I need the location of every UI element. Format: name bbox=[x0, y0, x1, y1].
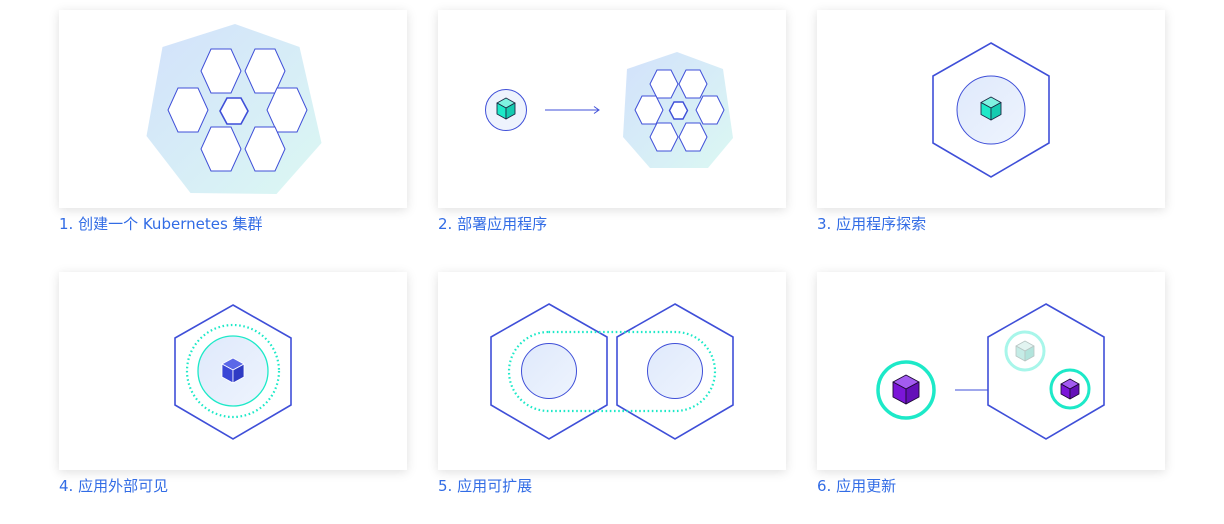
module-illustration-5[interactable] bbox=[438, 272, 786, 470]
module-caption-4[interactable]: 4. 应用外部可见 bbox=[59, 476, 168, 496]
app-cube-icon bbox=[496, 97, 516, 120]
module-illustration-2[interactable] bbox=[438, 10, 786, 208]
module-caption-6[interactable]: 6. 应用更新 bbox=[817, 476, 896, 496]
module-caption-5[interactable]: 5. 应用可扩展 bbox=[438, 476, 532, 496]
module-illustration-1[interactable] bbox=[59, 10, 407, 208]
module-caption-3[interactable]: 3. 应用程序探索 bbox=[817, 214, 926, 234]
expose-app-icon bbox=[174, 304, 292, 440]
module-caption-1[interactable]: 1. 创建一个 Kubernetes 集群 bbox=[59, 214, 263, 234]
module-illustration-6[interactable] bbox=[817, 272, 1165, 470]
update-app-icon bbox=[876, 303, 1105, 440]
cluster-hexagons-icon bbox=[146, 24, 322, 194]
app-cube-icon bbox=[980, 96, 1002, 121]
app-cube-icon bbox=[221, 357, 245, 384]
scale-app-icon bbox=[490, 303, 734, 440]
module-illustration-3[interactable] bbox=[817, 10, 1165, 208]
deploy-app-icon bbox=[485, 52, 733, 168]
explore-app-icon bbox=[932, 42, 1050, 178]
module-illustration-4[interactable] bbox=[59, 272, 407, 470]
module-caption-2[interactable]: 2. 部署应用程序 bbox=[438, 214, 547, 234]
